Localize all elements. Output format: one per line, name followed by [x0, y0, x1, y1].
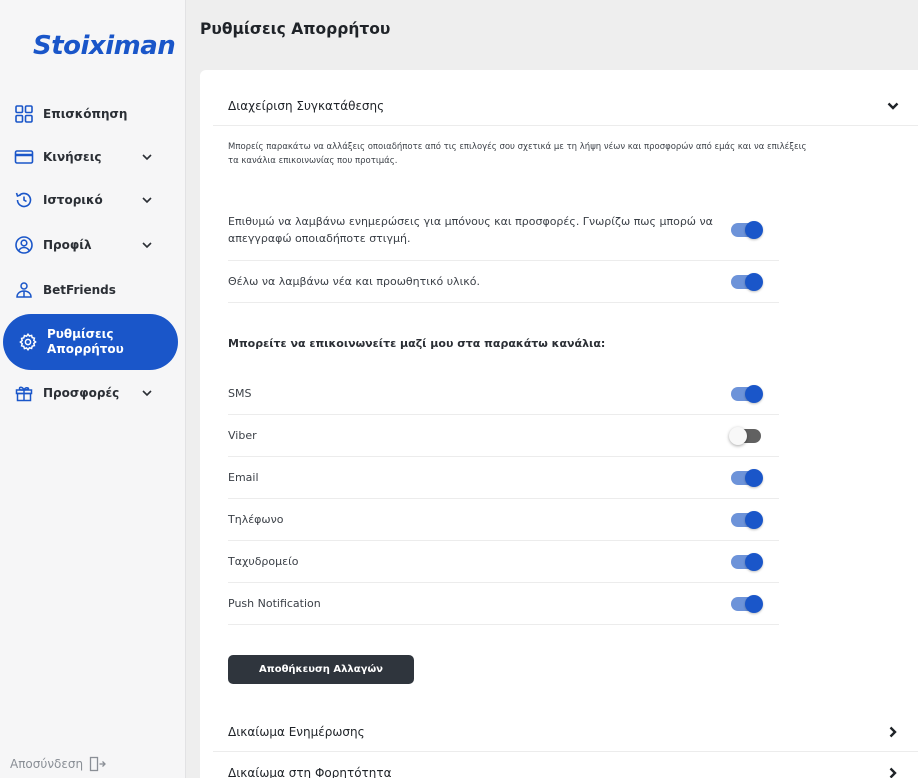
channel-row: Τηλέφωνο: [228, 499, 779, 541]
user-icon: [13, 234, 35, 256]
sidebar-item-overview[interactable]: Επισκόπηση: [0, 94, 178, 134]
logout-icon: [89, 756, 106, 772]
accordion-title: Δικαίωμα στη Φορητότητα: [228, 765, 392, 778]
channel-row: Push Notification: [228, 583, 779, 625]
logout-label: Αποσύνδεση: [10, 757, 84, 771]
consent-intro-text: Μπορείς παρακάτω να αλλάξεις οποιαδήποτε…: [228, 142, 807, 166]
preference-row: Θέλω να λαμβάνω νέα και προωθητικό υλικό…: [228, 261, 779, 303]
sms-toggle[interactable]: [731, 384, 763, 403]
channel-row: Viber: [228, 415, 779, 457]
push-notification-toggle[interactable]: [731, 594, 763, 613]
channels-heading: Μπορείτε να επικοινωνείτε μαζί μου στα π…: [228, 337, 606, 350]
chevron-down-icon: [142, 197, 152, 204]
channel-label: Ταχυδρομείο: [228, 555, 299, 568]
preference-label: Επιθυμώ να λαμβάνω ενημερώσεις για μπόνο…: [228, 214, 713, 245]
viber-toggle[interactable]: [729, 426, 761, 445]
sidebar-item-profile[interactable]: Προφίλ: [0, 225, 178, 265]
post-mail-toggle[interactable]: [731, 552, 763, 571]
sidebar-item-label: Ρυθμίσεις Απορρήτου: [47, 327, 124, 356]
chevron-right-icon: [889, 726, 897, 738]
gear-icon: [17, 331, 39, 353]
sidebar-item-label: Κινήσεις: [43, 149, 102, 164]
sidebar-item-label: BetFriends: [43, 282, 116, 297]
chevron-down-icon: [142, 154, 152, 161]
privacy-card: Διαχείριση Συγκατάθεσης Μπορείς παρακάτω…: [200, 70, 918, 778]
channel-label: Τηλέφωνο: [228, 513, 284, 526]
bonus-offers-toggle[interactable]: [731, 220, 763, 239]
news-promo-toggle[interactable]: [731, 272, 763, 291]
consent-accordion-header[interactable]: Διαχείριση Συγκατάθεσης: [213, 86, 918, 126]
preference-row: Επιθυμώ να λαμβάνω ενημερώσεις για μπόνο…: [228, 199, 779, 261]
credit-card-icon: [13, 146, 35, 168]
chevron-down-icon: [142, 242, 152, 249]
friends-icon: [13, 279, 35, 301]
channel-label: Viber: [228, 429, 257, 442]
sidebar-item-betfriends[interactable]: BetFriends: [0, 270, 178, 310]
channel-row: Email: [228, 457, 779, 499]
sidebar-item-label: Επισκόπηση: [43, 106, 128, 121]
chevron-down-icon: [142, 390, 152, 397]
channel-label: Email: [228, 471, 259, 484]
channel-row: SMS: [228, 373, 779, 415]
sidebar-item-privacy-settings[interactable]: Ρυθμίσεις Απορρήτου: [3, 314, 178, 370]
sidebar: Stoiximan Επισκόπηση Κινήσεις Ιστορικό Π…: [0, 0, 186, 778]
channel-label: Push Notification: [228, 597, 321, 610]
accordion-title: Δικαίωμα Ενημέρωσης: [228, 724, 365, 739]
accordion-right-to-information[interactable]: Δικαίωμα Ενημέρωσης: [213, 712, 918, 752]
sidebar-item-history[interactable]: Ιστορικό: [0, 180, 178, 220]
sidebar-item-transactions[interactable]: Κινήσεις: [0, 137, 178, 177]
channels-list: SMS Viber Email Τηλέφωνο Ταχυδρομείο Pus…: [228, 373, 779, 625]
history-icon: [13, 189, 35, 211]
sidebar-item-label: Προσφορές: [43, 385, 120, 400]
channel-row: Ταχυδρομείο: [228, 541, 779, 583]
logout-button[interactable]: Αποσύνδεση: [10, 756, 107, 772]
stoiximan-logo[interactable]: Stoiximan: [33, 31, 176, 61]
accordion-right-to-portability[interactable]: Δικαίωμα στη Φορητότητα: [213, 753, 918, 778]
phone-toggle[interactable]: [731, 510, 763, 529]
preferences-list: Επιθυμώ να λαμβάνω ενημερώσεις για μπόνο…: [228, 199, 779, 303]
preference-label: Θέλω να λαμβάνω νέα και προωθητικό υλικό…: [228, 275, 480, 288]
email-toggle[interactable]: [731, 468, 763, 487]
page-title: Ρυθμίσεις Απορρήτου: [200, 20, 391, 38]
sidebar-item-offers[interactable]: Προσφορές: [0, 373, 178, 413]
save-changes-button[interactable]: Αποθήκευση Αλλαγών: [228, 655, 414, 684]
sidebar-item-label: Ιστορικό: [43, 192, 103, 207]
sidebar-item-label: Προφίλ: [43, 237, 92, 252]
gift-icon: [13, 382, 35, 404]
chevron-down-icon: [887, 102, 899, 110]
channel-label: SMS: [228, 387, 252, 400]
grid-icon: [13, 103, 35, 125]
consent-accordion-title: Διαχείριση Συγκατάθεσης: [228, 98, 385, 113]
chevron-right-icon: [889, 767, 897, 778]
